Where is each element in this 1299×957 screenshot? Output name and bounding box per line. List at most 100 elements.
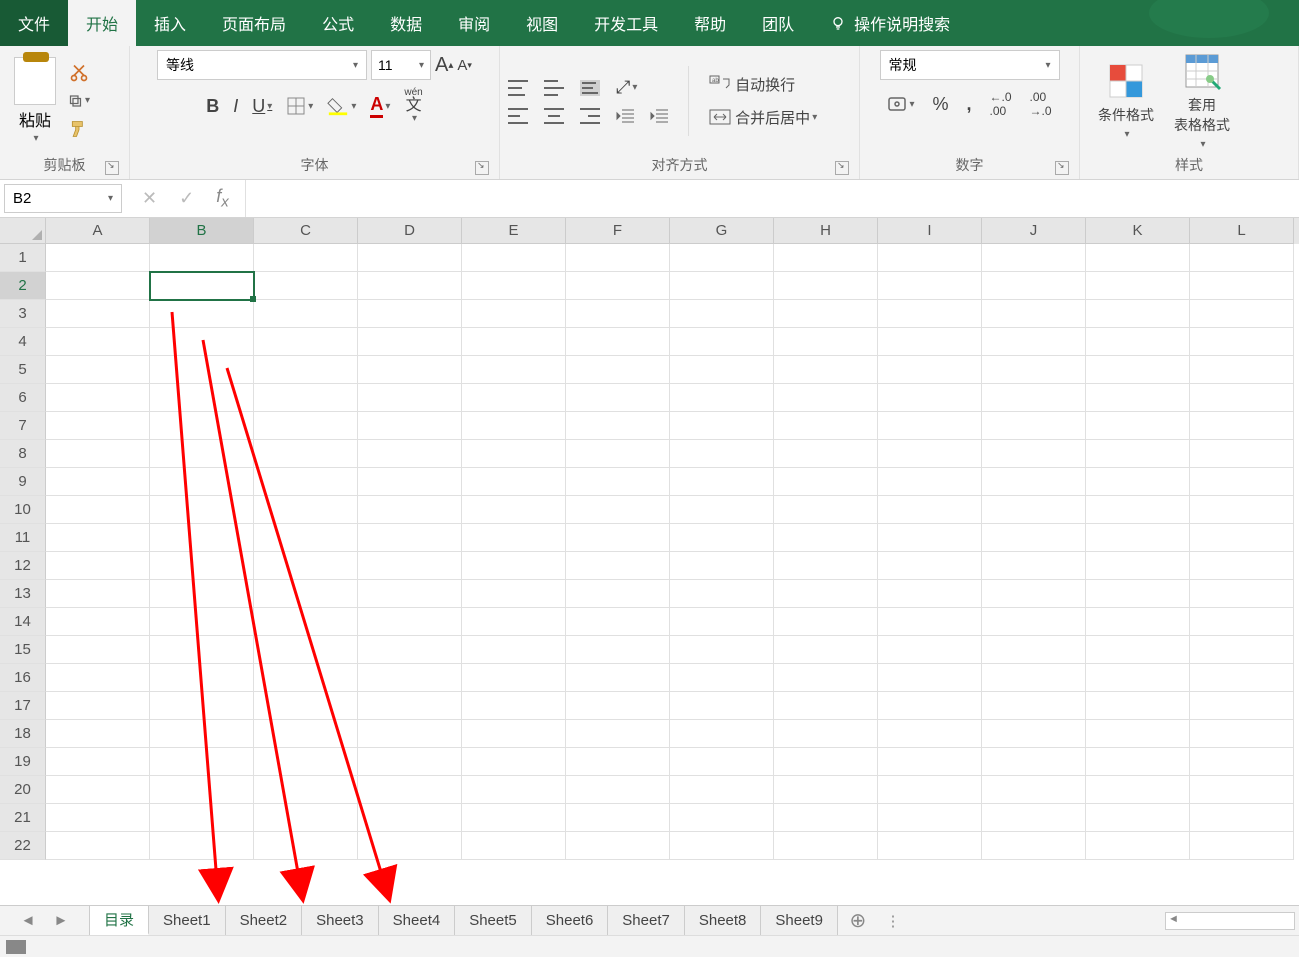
tab-help[interactable]: 帮助: [676, 0, 744, 46]
cell-I19[interactable]: [878, 748, 982, 776]
cell-B5[interactable]: [150, 356, 254, 384]
cell-K1[interactable]: [1086, 244, 1190, 272]
cut-button[interactable]: [68, 62, 90, 84]
cell-L12[interactable]: [1190, 552, 1294, 580]
cell-E2[interactable]: [462, 272, 566, 300]
cell-E17[interactable]: [462, 692, 566, 720]
cell-J11[interactable]: [982, 524, 1086, 552]
cell-K5[interactable]: [1086, 356, 1190, 384]
phonetic-guide-button[interactable]: wén文▾: [404, 88, 422, 124]
cell-D4[interactable]: [358, 328, 462, 356]
cell-J15[interactable]: [982, 636, 1086, 664]
cell-F4[interactable]: [566, 328, 670, 356]
column-header-G[interactable]: G: [670, 218, 774, 244]
cell-K6[interactable]: [1086, 384, 1190, 412]
cell-B19[interactable]: [150, 748, 254, 776]
cell-D2[interactable]: [358, 272, 462, 300]
format-painter-button[interactable]: [68, 118, 90, 140]
cell-K8[interactable]: [1086, 440, 1190, 468]
cell-C2[interactable]: [254, 272, 358, 300]
cell-H16[interactable]: [774, 664, 878, 692]
increase-indent-button[interactable]: [650, 108, 668, 124]
cell-I5[interactable]: [878, 356, 982, 384]
cell-D21[interactable]: [358, 804, 462, 832]
cell-C17[interactable]: [254, 692, 358, 720]
cell-E19[interactable]: [462, 748, 566, 776]
cell-F15[interactable]: [566, 636, 670, 664]
cell-A17[interactable]: [46, 692, 150, 720]
cell-K15[interactable]: [1086, 636, 1190, 664]
cell-F8[interactable]: [566, 440, 670, 468]
cell-B1[interactable]: [150, 244, 254, 272]
fill-color-button[interactable]: ▾: [327, 96, 356, 116]
sheet-tab-sheet5[interactable]: Sheet5: [455, 906, 532, 935]
cell-B7[interactable]: [150, 412, 254, 440]
cell-C16[interactable]: [254, 664, 358, 692]
paste-button[interactable]: 粘贴 ▾: [8, 57, 62, 144]
cell-A13[interactable]: [46, 580, 150, 608]
cell-I16[interactable]: [878, 664, 982, 692]
cell-G7[interactable]: [670, 412, 774, 440]
font-name-select[interactable]: 等线▾: [157, 50, 367, 80]
cell-G12[interactable]: [670, 552, 774, 580]
cell-L7[interactable]: [1190, 412, 1294, 440]
cell-K10[interactable]: [1086, 496, 1190, 524]
cell-E10[interactable]: [462, 496, 566, 524]
cell-B22[interactable]: [150, 832, 254, 860]
cell-J16[interactable]: [982, 664, 1086, 692]
cell-I15[interactable]: [878, 636, 982, 664]
row-header-14[interactable]: 14: [0, 608, 46, 636]
cell-A12[interactable]: [46, 552, 150, 580]
cell-J20[interactable]: [982, 776, 1086, 804]
cell-H7[interactable]: [774, 412, 878, 440]
cell-K19[interactable]: [1086, 748, 1190, 776]
cell-K2[interactable]: [1086, 272, 1190, 300]
row-header-10[interactable]: 10: [0, 496, 46, 524]
cell-A11[interactable]: [46, 524, 150, 552]
cell-B13[interactable]: [150, 580, 254, 608]
cell-C3[interactable]: [254, 300, 358, 328]
cell-J4[interactable]: [982, 328, 1086, 356]
cell-G13[interactable]: [670, 580, 774, 608]
decrease-font-button[interactable]: A▾: [457, 57, 472, 74]
cell-B8[interactable]: [150, 440, 254, 468]
cell-K21[interactable]: [1086, 804, 1190, 832]
cell-J6[interactable]: [982, 384, 1086, 412]
cell-E1[interactable]: [462, 244, 566, 272]
row-header-21[interactable]: 21: [0, 804, 46, 832]
sheet-tab-sheet3[interactable]: Sheet3: [302, 906, 379, 935]
sheet-tab-sheet6[interactable]: Sheet6: [532, 906, 609, 935]
cell-E14[interactable]: [462, 608, 566, 636]
column-header-A[interactable]: A: [46, 218, 150, 244]
cell-D16[interactable]: [358, 664, 462, 692]
cell-A19[interactable]: [46, 748, 150, 776]
cell-H13[interactable]: [774, 580, 878, 608]
cell-E18[interactable]: [462, 720, 566, 748]
cell-L22[interactable]: [1190, 832, 1294, 860]
tab-home[interactable]: 开始: [68, 0, 136, 46]
cell-I3[interactable]: [878, 300, 982, 328]
align-center-button[interactable]: [544, 108, 564, 124]
new-sheet-button[interactable]: ⊕: [838, 906, 878, 935]
name-box[interactable]: B2▾: [4, 184, 122, 213]
cell-F16[interactable]: [566, 664, 670, 692]
cell-I2[interactable]: [878, 272, 982, 300]
row-header-12[interactable]: 12: [0, 552, 46, 580]
cell-A7[interactable]: [46, 412, 150, 440]
cell-C15[interactable]: [254, 636, 358, 664]
cell-K3[interactable]: [1086, 300, 1190, 328]
cell-E21[interactable]: [462, 804, 566, 832]
tab-team[interactable]: 团队: [744, 0, 812, 46]
cell-K17[interactable]: [1086, 692, 1190, 720]
font-color-button[interactable]: A▾: [370, 94, 390, 118]
align-top-button[interactable]: [508, 80, 528, 96]
conditional-formatting-button[interactable]: 条件格式▾: [1088, 61, 1164, 140]
row-header-5[interactable]: 5: [0, 356, 46, 384]
cell-D3[interactable]: [358, 300, 462, 328]
cell-J13[interactable]: [982, 580, 1086, 608]
cell-C20[interactable]: [254, 776, 358, 804]
cell-A21[interactable]: [46, 804, 150, 832]
cell-G15[interactable]: [670, 636, 774, 664]
cell-H17[interactable]: [774, 692, 878, 720]
cell-J19[interactable]: [982, 748, 1086, 776]
